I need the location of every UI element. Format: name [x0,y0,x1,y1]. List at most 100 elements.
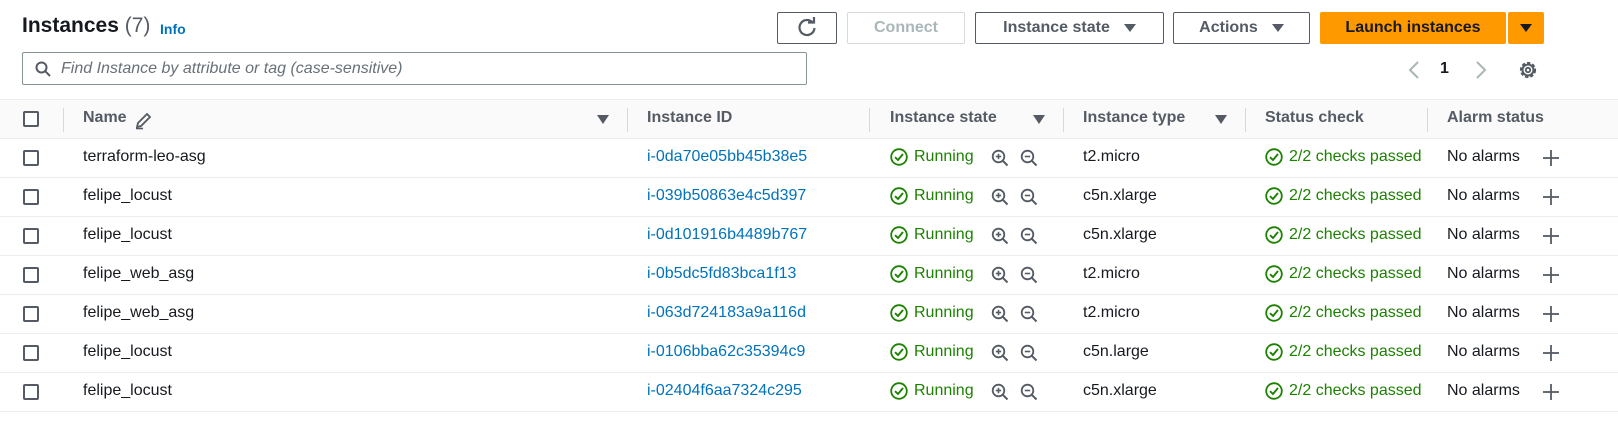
instance-name: felipe_locust [83,343,172,360]
column-header-instance-state[interactable]: Instance state [890,109,997,127]
zoom-out-icon[interactable] [1020,227,1038,245]
zoom-in-icon[interactable] [991,266,1009,284]
instance-state-dropdown[interactable]: Instance state [975,12,1164,44]
instance-id-link[interactable]: i-0d101916b4489b767 [647,226,807,244]
table-row[interactable]: felipe_locust i-0106bba62c35394c9 Runnin… [0,334,1618,373]
instance-id-link[interactable]: i-063d724183a9a116d [647,304,806,322]
zoom-out-icon[interactable] [1020,266,1038,284]
row-checkbox[interactable] [23,384,39,400]
check-circle-icon [1265,187,1283,205]
status-check[interactable]: 2/2 checks passed [1265,265,1427,283]
alarm-status: No alarms [1447,343,1520,360]
instance-id-link[interactable]: i-0da70e05bb45b38e5 [647,148,807,166]
zoom-in-icon[interactable] [991,305,1009,323]
alarm-status: No alarms [1447,187,1520,204]
plus-icon[interactable] [1542,305,1560,323]
plus-icon[interactable] [1542,149,1560,167]
column-divider[interactable] [1245,108,1246,132]
check-circle-icon [890,343,908,361]
zoom-out-icon[interactable] [1020,344,1038,362]
search-box[interactable] [22,52,807,85]
table-row[interactable]: felipe_web_asg i-0b5dc5fd83bca1f13 Runni… [0,256,1618,295]
refresh-button[interactable] [777,12,837,44]
connect-button[interactable]: Connect [847,12,965,44]
actions-dropdown[interactable]: Actions [1173,12,1310,44]
plus-icon[interactable] [1542,188,1560,206]
status-check[interactable]: 2/2 checks passed [1265,187,1427,205]
caret-down-icon [1123,24,1136,32]
instance-id-link[interactable]: i-039b50863e4c5d397 [647,187,806,205]
instance-type: t2.micro [1083,265,1140,282]
status-check[interactable]: 2/2 checks passed [1265,382,1427,400]
alarm-status: No alarms [1447,265,1520,282]
instance-id-link[interactable]: i-0b5dc5fd83bca1f13 [647,265,796,283]
zoom-in-icon[interactable] [991,149,1009,167]
row-checkbox[interactable] [23,228,39,244]
zoom-in-icon[interactable] [991,227,1009,245]
instance-state: Running [890,148,974,166]
table-row[interactable]: felipe_locust i-02404f6aa7324c295 Runnin… [0,373,1618,412]
settings-icon[interactable] [1516,58,1540,82]
zoom-in-icon[interactable] [991,344,1009,362]
status-check[interactable]: 2/2 checks passed [1265,304,1427,322]
edit-icon[interactable] [134,110,154,130]
column-header-instance-id[interactable]: Instance ID [647,109,732,127]
zoom-out-icon[interactable] [1020,305,1038,323]
table-row[interactable]: terraform-leo-asg i-0da70e05bb45b38e5 Ru… [0,139,1618,178]
status-check-text: 2/2 checks passed [1289,187,1422,204]
status-check-text: 2/2 checks passed [1289,343,1422,360]
status-check-text: 2/2 checks passed [1289,382,1422,399]
status-check[interactable]: 2/2 checks passed [1265,343,1427,361]
instance-id-link[interactable]: i-0106bba62c35394c9 [647,343,805,361]
column-header-status-check[interactable]: Status check [1265,109,1364,127]
status-check[interactable]: 2/2 checks passed [1265,226,1427,244]
row-checkbox[interactable] [23,345,39,361]
row-checkbox[interactable] [23,267,39,283]
refresh-icon [798,17,816,37]
page-number[interactable]: 1 [1440,60,1454,84]
column-header-name[interactable]: Name [83,109,127,127]
table-row[interactable]: felipe_web_asg i-063d724183a9a116d Runni… [0,295,1618,334]
instance-state: Running [890,382,974,400]
column-divider[interactable] [1063,108,1064,132]
plus-icon[interactable] [1542,383,1560,401]
column-divider[interactable] [627,108,628,132]
select-all-checkbox[interactable] [23,111,39,127]
zoom-in-icon[interactable] [991,188,1009,206]
chevron-left-icon[interactable] [1404,58,1424,82]
instance-state-text: Running [914,265,974,282]
alarm-status: No alarms [1447,382,1520,399]
plus-icon[interactable] [1542,227,1560,245]
sort-caret-icon[interactable] [1033,115,1045,124]
plus-icon[interactable] [1542,344,1560,362]
search-icon [35,61,51,77]
instance-state-text: Running [914,226,974,243]
search-input[interactable] [61,57,791,81]
zoom-out-icon[interactable] [1020,188,1038,206]
instance-id-link[interactable]: i-02404f6aa7324c295 [647,382,802,400]
row-checkbox[interactable] [23,189,39,205]
table-row[interactable]: felipe_locust i-0d101916b4489b767 Runnin… [0,217,1618,256]
status-check[interactable]: 2/2 checks passed [1265,148,1427,166]
zoom-out-icon[interactable] [1020,383,1038,401]
instance-name: felipe_web_asg [83,265,195,282]
zoom-in-icon[interactable] [991,383,1009,401]
info-link[interactable]: Info [160,21,186,37]
row-checkbox[interactable] [23,150,39,166]
status-check-text: 2/2 checks passed [1289,265,1422,282]
launch-options-button[interactable] [1508,12,1544,44]
sort-caret-icon[interactable] [597,115,609,124]
sort-caret-icon[interactable] [1215,115,1227,124]
table-row[interactable]: felipe_locust i-039b50863e4c5d397 Runnin… [0,178,1618,217]
launch-instances-button[interactable]: Launch instances [1320,12,1506,44]
check-circle-icon [890,304,908,322]
chevron-right-icon[interactable] [1471,58,1491,82]
row-checkbox[interactable] [23,306,39,322]
instance-name: felipe_web_asg [83,304,195,321]
column-divider[interactable] [869,108,870,132]
column-header-instance-type[interactable]: Instance type [1083,109,1185,127]
column-divider[interactable] [1427,108,1428,132]
plus-icon[interactable] [1542,266,1560,284]
zoom-out-icon[interactable] [1020,149,1038,167]
column-header-alarm-status[interactable]: Alarm status [1447,109,1544,127]
